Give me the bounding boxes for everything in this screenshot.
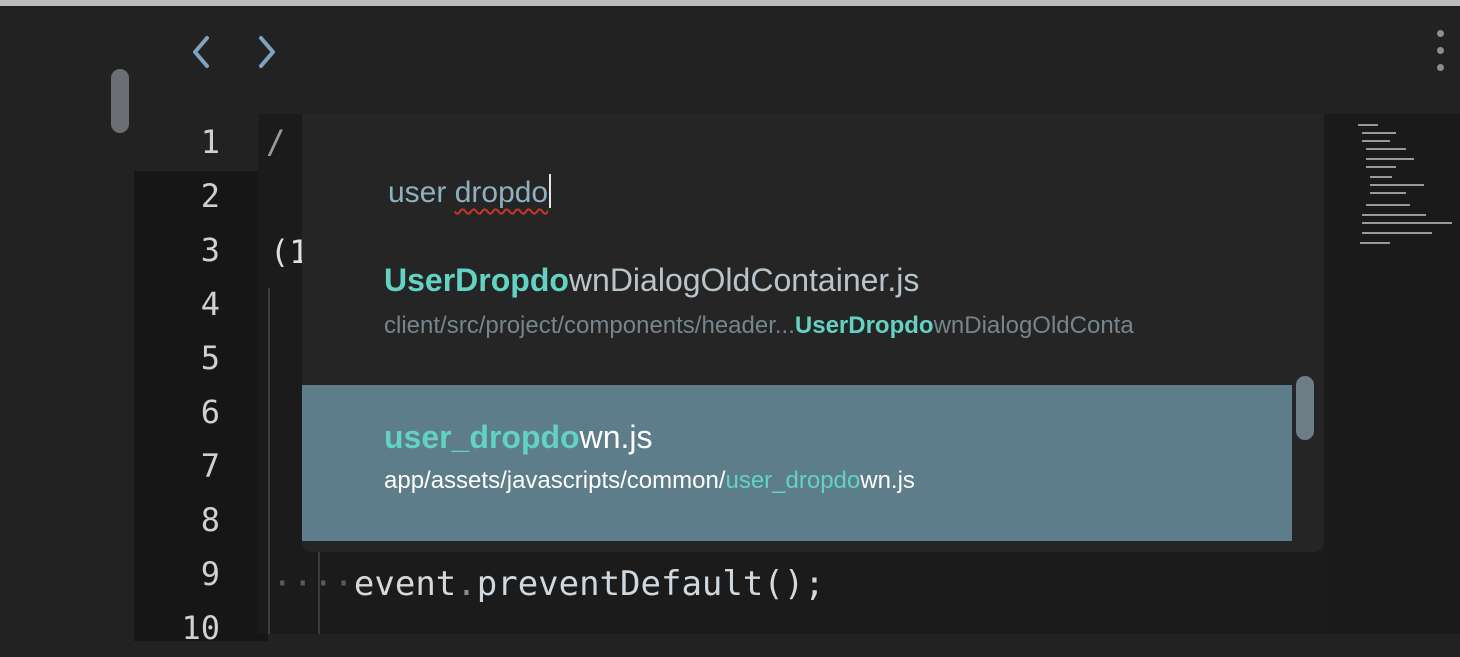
code-object: event (353, 564, 457, 604)
code-line-9: ····event.preventDefault(); (272, 562, 825, 606)
code-call-end: (); (763, 564, 825, 604)
line-number: 2 (200, 177, 220, 215)
line-number: 3 (200, 231, 220, 269)
result-item[interactable]: UserDropdownDialogOldContainer.js client… (302, 254, 1292, 374)
path-prefix: app/assets/javascripts/common/ (384, 467, 726, 494)
text-caret (549, 174, 552, 208)
query-word: user (388, 176, 447, 209)
editor-window: 1 2 3 4 5 6 7 8 9 10 / (1 ····event.prev… (0, 6, 1460, 657)
search-input[interactable]: user dropdo (388, 174, 552, 210)
whitespace-dot: · (333, 564, 354, 604)
whitespace-dots: ··· (272, 564, 334, 604)
match-highlight: UserDropdo (384, 262, 569, 298)
line-number: 6 (200, 393, 220, 431)
more-options-button[interactable] (1428, 28, 1452, 74)
title-rest: wn.js (579, 419, 653, 455)
match-highlight: UserDropdo (794, 312, 934, 339)
minimap[interactable] (1324, 114, 1460, 634)
result-path: client/src/project/components/header...U… (384, 312, 1292, 340)
result-title: user_dropdown.js (384, 419, 652, 456)
file-tree-scrollbar[interactable] (111, 69, 129, 133)
line-number: 10 (181, 609, 220, 647)
title-rest: wnDialogOldContainer.js (568, 262, 920, 298)
path-rest: wnDialogOldConta (933, 312, 1134, 339)
line-number: 1 (200, 123, 220, 161)
result-path: app/assets/javascripts/common/user_dropd… (384, 467, 1292, 495)
code-dot: . (456, 564, 477, 604)
match-highlight: user_dropdo (384, 419, 580, 455)
query-term: dropdo (454, 176, 549, 209)
forward-button[interactable] (252, 34, 282, 70)
line-number: 4 (200, 285, 220, 323)
path-prefix: client/src/project/components/header... (384, 312, 795, 339)
line-number: 5 (200, 339, 220, 377)
back-button[interactable] (186, 34, 216, 70)
results-scrollbar[interactable] (1296, 376, 1314, 440)
line-number: 8 (200, 501, 220, 539)
code-fragment-line-1: / (266, 123, 286, 161)
fuzzy-file-finder: user dropdo UserDropdownDialogOldContain… (302, 114, 1324, 552)
match-highlight: user_dropdo (725, 467, 861, 494)
result-item-selected[interactable]: user_dropdown.js app/assets/javascripts/… (302, 385, 1292, 541)
line-number: 7 (200, 447, 220, 485)
result-title: UserDropdownDialogOldContainer.js (384, 262, 919, 299)
chevron-right-icon (259, 36, 275, 68)
indent-guide (268, 288, 270, 634)
line-number: 9 (200, 555, 220, 593)
chevron-left-icon (193, 36, 209, 68)
path-rest: wn.js (860, 467, 915, 494)
code-method: preventDefault (476, 564, 764, 604)
